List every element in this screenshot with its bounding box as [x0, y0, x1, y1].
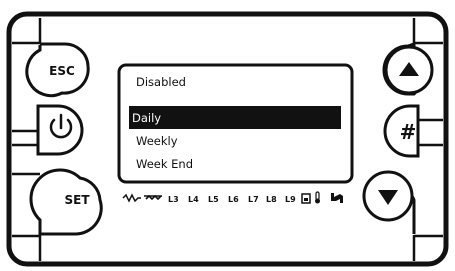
load-l5: L5: [208, 195, 219, 204]
load-l3: L3: [168, 195, 179, 204]
load-l6: L6: [228, 195, 239, 204]
hash-label: #: [400, 120, 417, 144]
load-l4: L4: [188, 195, 199, 204]
menu-item-daily[interactable]: Daily: [132, 111, 161, 125]
menu-item-weekly[interactable]: Weekly: [136, 134, 178, 148]
load-l9: L9: [285, 195, 296, 204]
set-label: SET: [64, 193, 90, 207]
esc-label: ESC: [49, 64, 75, 78]
menu-title: Disabled: [136, 75, 186, 89]
load-l8: L8: [266, 195, 277, 204]
controller-panel: ESC SET # Disabled Daily Weekly Week End: [6, 11, 449, 267]
defrost-icon: [144, 194, 162, 201]
menu-item-week-end[interactable]: Week End: [136, 157, 193, 171]
power-button[interactable]: [36, 104, 84, 156]
esc-button[interactable]: ESC: [25, 42, 90, 98]
up-button[interactable]: [382, 41, 434, 96]
load-l7: L7: [248, 195, 259, 204]
